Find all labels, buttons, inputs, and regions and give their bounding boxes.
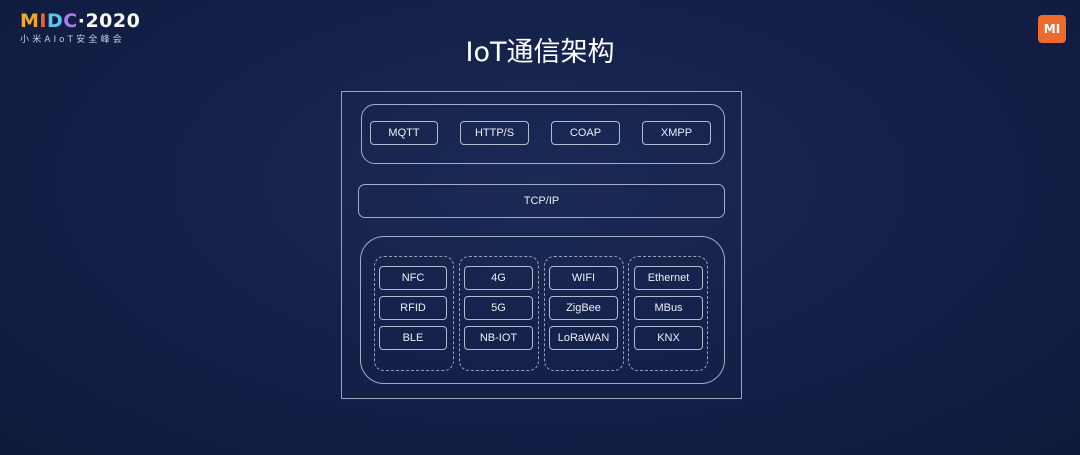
link-4g: 4G [464,266,533,290]
link-ethernet: Ethernet [634,266,703,290]
link-5g: 5G [464,296,533,320]
link-wifi: WIFI [549,266,618,290]
protocol-coap: COAP [551,121,620,145]
transport-layer-tcpip: TCP/IP [358,184,725,218]
protocol-https: HTTP/S [460,121,529,145]
link-mbus: MBus [634,296,703,320]
link-ble: BLE [379,326,447,350]
link-lorawan: LoRaWAN [549,326,618,350]
logo-letter-c: C [63,10,78,32]
logo-year: ·2020 [77,10,141,32]
link-rfid: RFID [379,296,447,320]
protocol-xmpp: XMPP [642,121,711,145]
protocol-mqtt: MQTT [370,121,438,145]
logo-letter-m: M [20,10,40,32]
logo-letter-d: D [47,10,64,32]
slide-title: IoT通信架构 [465,37,615,68]
link-zigbee: ZigBee [549,296,618,320]
link-nfc: NFC [379,266,447,290]
link-knx: KNX [634,326,703,350]
logo-letter-i: I [39,10,47,32]
midc-2020-logo: MIDC·2020 [20,10,140,32]
link-nb-iot: NB-IOT [464,326,533,350]
